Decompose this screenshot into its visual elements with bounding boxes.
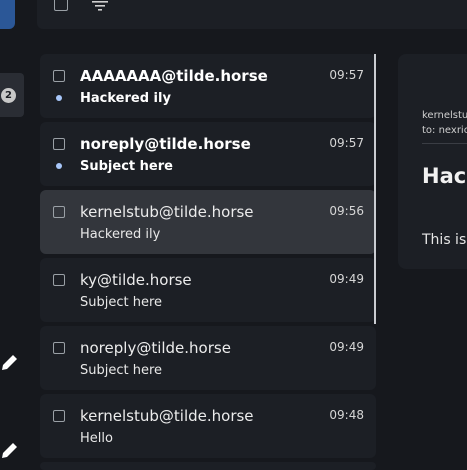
email-to: to: nexric: [422, 125, 467, 136]
message-subject: Subject here: [80, 363, 163, 378]
compose-tile[interactable]: [0, 0, 15, 29]
list-scrollbar[interactable]: [374, 54, 376, 324]
list-toolbar: [37, 0, 467, 29]
pencil-icon[interactable]: [0, 440, 20, 460]
unread-dot: [56, 163, 62, 169]
message-list: AAAAAAA@tilde.horse 09:57 Hackered ily n…: [40, 54, 376, 470]
unread-dot: [56, 95, 62, 101]
message-checkbox[interactable]: [53, 410, 65, 422]
message-checkbox[interactable]: [53, 70, 65, 82]
message-subject: Subject here: [80, 159, 173, 174]
message-sender: ky@tilde.horse: [80, 271, 192, 289]
message-sender: noreply@tilde.horse: [80, 339, 231, 357]
message-item-partial[interactable]: [40, 462, 376, 470]
pencil-icon[interactable]: [0, 352, 20, 372]
mail-app: 2 AAAAAAA@tilde.horse 09:57 Hackered ily…: [0, 0, 467, 470]
message-subject: Hackered ily: [80, 227, 161, 242]
message-time: 09:49: [329, 340, 364, 354]
message-subject: Hello: [80, 431, 113, 446]
message-item[interactable]: ky@tilde.horse 09:49 Subject here: [40, 258, 376, 322]
message-checkbox[interactable]: [53, 342, 65, 354]
message-item[interactable]: kernelstub@tilde.horse 09:48 Hello: [40, 394, 376, 458]
message-subject: Hackered ily: [80, 91, 171, 106]
message-sender: noreply@tilde.horse: [80, 135, 251, 153]
message-sender: AAAAAAA@tilde.horse: [80, 67, 268, 85]
email-subject-title: Hack: [422, 164, 467, 188]
message-time: 09:56: [329, 204, 364, 218]
message-checkbox[interactable]: [53, 138, 65, 150]
filter-icon[interactable]: [92, 0, 108, 12]
message-time: 09:49: [329, 272, 364, 286]
message-checkbox[interactable]: [53, 274, 65, 286]
unread-count-badge: 2: [1, 88, 16, 103]
message-sender: kernelstub@tilde.horse: [80, 407, 254, 425]
message-time: 09:57: [329, 136, 364, 150]
select-all-checkbox[interactable]: [54, 0, 68, 11]
message-sender: kernelstub@tilde.horse: [80, 203, 254, 221]
message-time: 09:48: [329, 408, 364, 422]
message-item[interactable]: noreply@tilde.horse 09:49 Subject here: [40, 326, 376, 390]
message-subject: Subject here: [80, 295, 163, 310]
header-divider: [422, 143, 467, 144]
message-time: 09:57: [329, 68, 364, 82]
message-item-selected[interactable]: kernelstub@tilde.horse 09:56 Hackered il…: [40, 190, 376, 254]
message-item[interactable]: AAAAAAA@tilde.horse 09:57 Hackered ily: [40, 54, 376, 118]
email-from: kernelstu: [422, 110, 467, 121]
reading-pane: kernelstu to: nexric Hack This is: [398, 54, 467, 269]
message-checkbox[interactable]: [53, 206, 65, 218]
message-item[interactable]: noreply@tilde.horse 09:57 Subject here: [40, 122, 376, 186]
email-body: This is: [422, 232, 467, 248]
